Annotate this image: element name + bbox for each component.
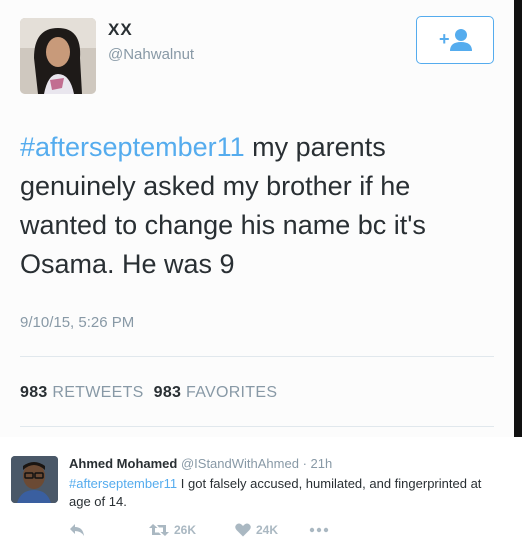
card-edge	[514, 0, 522, 437]
svg-text:+: +	[439, 29, 450, 49]
reply-header: Ahmed Mohamed @IStandWithAhmed · 21h	[69, 456, 332, 471]
tweet-timestamp[interactable]: 9/10/15, 5:26 PM	[20, 314, 134, 331]
reply-time[interactable]: · 21h	[303, 456, 333, 471]
follow-button[interactable]: +	[416, 16, 494, 64]
more-dots-icon	[309, 527, 329, 533]
reply-text: #afterseptember11 I got falsely accused,…	[69, 475, 489, 511]
hashtag-link[interactable]: #afterseptember11	[69, 476, 177, 491]
user-handle[interactable]: @Nahwalnut	[108, 46, 194, 63]
add-user-icon: +	[439, 29, 472, 51]
reply-tweet: Ahmed Mohamed @IStandWithAhmed · 21h #af…	[0, 437, 522, 557]
retweets-count: 983	[20, 384, 48, 401]
user-display-name[interactable]: XX	[108, 20, 133, 40]
screenshot-page: XX @Nahwalnut + #afterseptember11 my par…	[0, 0, 522, 557]
divider	[20, 356, 494, 357]
like-count: 24K	[256, 523, 279, 537]
retweet-button[interactable]: 26K	[149, 523, 196, 537]
retweet-icon	[149, 524, 169, 536]
divider	[20, 426, 494, 427]
main-tweet-card: XX @Nahwalnut + #afterseptember11 my par…	[0, 0, 514, 437]
heart-icon	[235, 523, 251, 537]
avatar[interactable]	[20, 18, 96, 94]
avatar[interactable]	[11, 456, 58, 503]
retweets-label: RETWEETS	[52, 384, 144, 401]
retweets-stat[interactable]: 983 RETWEETS	[20, 384, 144, 401]
reply-handle[interactable]: @IStandWithAhmed	[181, 456, 299, 471]
reply-button[interactable]	[69, 523, 85, 537]
reply-actions: 26K 24K	[69, 523, 489, 543]
more-button[interactable]	[309, 523, 329, 537]
reply-arrow-icon	[70, 524, 84, 536]
favorites-stat[interactable]: 983 FAVORITES	[154, 384, 278, 401]
hashtag-link[interactable]: #afterseptember11	[20, 132, 245, 162]
tweet-stats: 983 RETWEETS 983 FAVORITES	[20, 384, 277, 402]
favorites-count: 983	[153, 384, 182, 401]
like-button[interactable]: 24K	[235, 523, 278, 537]
reply-display-name[interactable]: Ahmed Mohamed	[69, 456, 177, 471]
tweet-text: #afterseptember11 my parents genuinely a…	[20, 128, 490, 284]
retweet-count: 26K	[174, 523, 197, 537]
favorites-label: FAVORITES	[186, 384, 278, 401]
